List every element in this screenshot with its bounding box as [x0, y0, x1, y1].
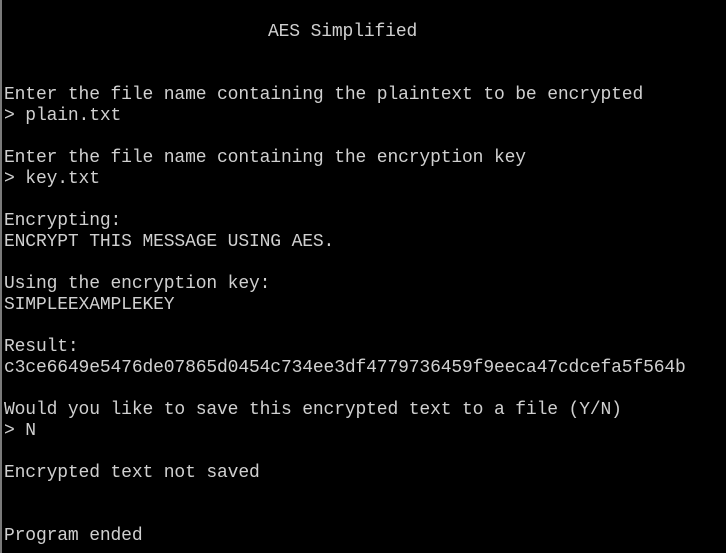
prompt-save-file: Would you like to save this encrypted te…	[4, 400, 622, 420]
console-window: AES Simplified Enter the file name conta…	[0, 0, 726, 553]
program-ended: Program ended	[4, 526, 143, 546]
encrypting-label: Encrypting:	[4, 211, 122, 231]
prompt-plaintext-file: Enter the file name containing the plain…	[4, 85, 644, 105]
encryption-key-label: Using the encryption key:	[4, 274, 271, 294]
input-plaintext-file: > plain.txt	[4, 106, 122, 126]
result-label: Result:	[4, 337, 79, 357]
input-save-choice: > N	[4, 421, 36, 441]
result-ciphertext: c3ce6649e5476de07865d0454c734ee3df477973…	[4, 358, 686, 378]
encryption-key-value: SIMPLEEXAMPLEKEY	[4, 295, 175, 315]
console-title: AES Simplified	[268, 22, 418, 42]
prompt-key-file: Enter the file name containing the encry…	[4, 148, 526, 168]
input-key-file: > key.txt	[4, 169, 100, 189]
plaintext-message: ENCRYPT THIS MESSAGE USING AES.	[4, 232, 335, 252]
save-status: Encrypted text not saved	[4, 463, 260, 483]
